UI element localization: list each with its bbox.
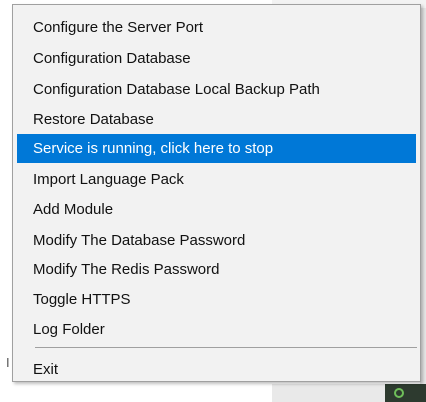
menu-separator <box>35 347 417 348</box>
menu-item-service-stop[interactable]: Service is running, click here to stop <box>17 134 416 163</box>
menu-item-configure-server-port[interactable]: Configure the Server Port <box>17 13 416 42</box>
menu-item-restore-database[interactable]: Restore Database <box>17 105 416 134</box>
background-text-fragment: I <box>6 355 10 370</box>
menu-item-log-folder[interactable]: Log Folder <box>17 315 416 344</box>
tray-app-icon[interactable] <box>394 388 404 398</box>
menu-item-configuration-database[interactable]: Configuration Database <box>17 44 416 73</box>
menu-item-modify-redis-password[interactable]: Modify The Redis Password <box>17 255 416 284</box>
menu-item-add-module[interactable]: Add Module <box>17 195 416 224</box>
desktop: I Configure the Server Port Configuratio… <box>0 0 426 402</box>
menu-item-import-language-pack[interactable]: Import Language Pack <box>17 165 416 194</box>
context-menu: Configure the Server Port Configuration … <box>12 4 421 382</box>
menu-item-exit[interactable]: Exit <box>17 355 416 384</box>
menu-item-toggle-https[interactable]: Toggle HTTPS <box>17 285 416 314</box>
menu-item-modify-database-password[interactable]: Modify The Database Password <box>17 226 416 255</box>
system-tray <box>385 384 426 402</box>
menu-item-configuration-database-backup-path[interactable]: Configuration Database Local Backup Path <box>17 75 416 104</box>
